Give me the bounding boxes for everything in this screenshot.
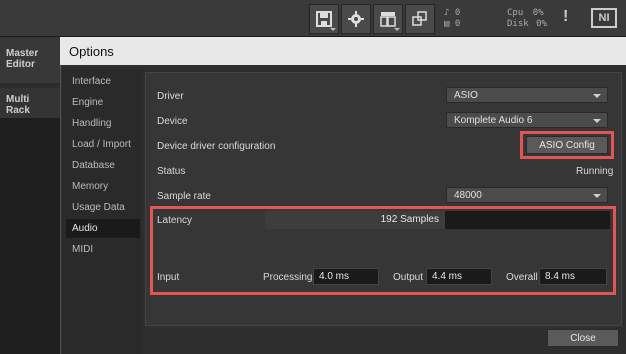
processing-field: 4.0 ms	[313, 268, 379, 285]
chevron-down-icon	[593, 194, 601, 198]
floppy-disk-icon	[316, 11, 332, 27]
device-label: Device	[157, 116, 188, 127]
status-label: Status	[157, 166, 186, 177]
settings-button[interactable]	[341, 4, 371, 34]
latency-slider[interactable]: 192 Samples	[265, 211, 610, 229]
overall-label: Overall	[506, 272, 538, 283]
nav-item-memory[interactable]: Memory	[66, 177, 140, 196]
nav-item-usage-data[interactable]: Usage Data	[66, 198, 140, 217]
save-button[interactable]	[309, 4, 339, 34]
warning-icon[interactable]: !	[563, 8, 568, 26]
multi-rack-label: Multi Rack	[6, 94, 30, 116]
sample-rate-select[interactable]: 48000	[446, 187, 608, 203]
latency-value: 192 Samples	[380, 214, 439, 225]
master-editor-label: Master Editor	[6, 48, 39, 70]
sample-rate-label: Sample rate	[157, 191, 211, 202]
driver-select[interactable]: ASIO	[446, 87, 608, 103]
multi-rack-panel	[0, 88, 62, 354]
device-select[interactable]: Komplete Audio 6	[446, 112, 608, 128]
cpu-label: Cpu	[507, 8, 524, 18]
memory-meter: ▤ 0	[444, 19, 460, 29]
ni-logo[interactable]: NI	[591, 8, 617, 28]
driver-value: ASIO	[454, 90, 478, 101]
status-value: Running	[576, 166, 614, 177]
chevron-down-icon	[593, 94, 601, 98]
nav-item-interface[interactable]: Interface	[66, 72, 140, 91]
output-field: 4.4 ms	[426, 268, 492, 285]
memory-icon: ▤	[444, 19, 450, 29]
sample-rate-value: 48000	[454, 190, 482, 201]
input-label: Input	[157, 272, 180, 283]
disk-value: 0%	[536, 19, 547, 29]
processing-label: Processing	[263, 272, 313, 283]
mini-view-button[interactable]	[405, 4, 435, 34]
disk-meter: Disk 0%	[507, 19, 547, 29]
asio-config-button[interactable]: ASIO Config	[526, 136, 608, 154]
voices-meter: ♪ 0	[444, 8, 460, 18]
voices-value: 0	[454, 8, 461, 18]
disk-label: Disk	[507, 19, 529, 29]
overall-field: 8.4 ms	[539, 268, 607, 285]
layout-icon	[380, 12, 396, 27]
gear-icon	[348, 11, 364, 27]
driver-config-label: Device driver configuration	[157, 141, 276, 152]
memory-value: 0	[454, 19, 461, 29]
dialog-title: Options	[69, 44, 114, 59]
nav-item-midi[interactable]: MIDI	[66, 240, 140, 259]
latency-label: Latency	[157, 215, 193, 226]
dropdown-arrow-icon	[330, 28, 336, 31]
nav-item-handling[interactable]: Handling	[66, 114, 140, 133]
nav-item-database[interactable]: Database	[66, 156, 140, 175]
device-value: Komplete Audio 6	[454, 115, 533, 126]
close-button[interactable]: Close	[547, 329, 619, 347]
dropdown-arrow-icon	[394, 28, 400, 31]
output-label: Output	[393, 272, 424, 283]
cpu-meter: Cpu 0%	[507, 8, 544, 18]
nav-item-audio[interactable]: Audio	[66, 219, 140, 238]
window-restore-icon	[412, 11, 427, 26]
voices-icon: ♪	[444, 8, 450, 18]
nav-item-engine[interactable]: Engine	[66, 93, 140, 112]
dialog-titlebar[interactable]	[60, 37, 626, 65]
nav-item-load-import[interactable]: Load / Import	[66, 135, 140, 154]
cpu-value: 0%	[532, 8, 544, 18]
layout-button[interactable]	[373, 4, 403, 34]
driver-label: Driver	[157, 91, 184, 102]
chevron-down-icon	[593, 119, 601, 123]
